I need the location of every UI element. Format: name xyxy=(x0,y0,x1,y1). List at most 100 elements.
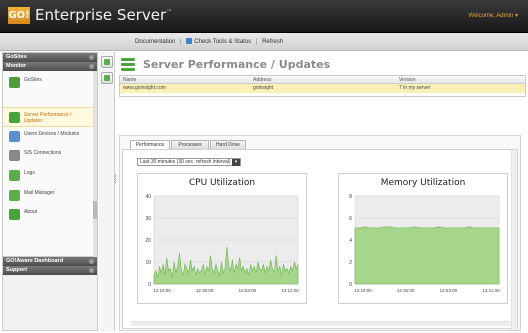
table-row[interactable]: www.goinsight.com goinsight 7 in my serv… xyxy=(120,84,525,93)
cell-version: 7 in my server xyxy=(399,85,431,91)
edit-icon xyxy=(104,59,110,65)
y-tick-label: 20 xyxy=(145,238,151,244)
main-content: Server Performance / Updates Name Addres… xyxy=(116,52,526,331)
sidebar-item[interactable]: Server Performance / Updates xyxy=(3,107,93,127)
x-tick-label: 12:53:00 xyxy=(440,288,458,293)
edit-button[interactable] xyxy=(101,56,113,68)
sidebar: GoSites Monitor GoSites Server Performanc… xyxy=(2,52,98,331)
sidebar-item-label: Logs xyxy=(24,170,35,176)
user-menu[interactable]: Welcome, Admin ▾ xyxy=(468,12,518,19)
server-grid: Name Address Version www.goinsight.com g… xyxy=(119,75,526,97)
x-tick-label: 13:11:00 xyxy=(281,288,299,293)
mail-icon xyxy=(9,190,20,201)
column-address[interactable]: Address xyxy=(253,77,271,83)
app-title-text: Enterprise Server xyxy=(35,6,167,24)
collapse-icon[interactable] xyxy=(89,64,94,69)
toolbar-items: Documentation | Check Tools & Status | R… xyxy=(135,38,283,45)
update-icon xyxy=(104,75,110,81)
sidebar-list: GoSites Server Performance / Updates Users… xyxy=(3,71,97,257)
sidebar-item[interactable]: Mail Manager xyxy=(3,186,93,206)
collapse-icon[interactable] xyxy=(89,259,94,264)
sidebar-item[interactable]: About xyxy=(3,205,93,225)
logs-icon xyxy=(9,170,20,181)
documentation-link[interactable]: Documentation xyxy=(135,39,175,45)
tab-hard-drive[interactable]: Hard Drive xyxy=(210,140,246,149)
x-tick-label: 13:11:00 xyxy=(482,288,500,293)
tab-processes[interactable]: Processes xyxy=(171,140,209,149)
cpu-chart-title: CPU Utilization xyxy=(188,178,256,188)
tools-icon xyxy=(186,38,193,44)
y-tick-label: 0 xyxy=(349,282,352,288)
sidebar-item-label: GoSites xyxy=(24,77,42,83)
section-label: GoSites xyxy=(6,54,27,60)
y-tick-label: 8 xyxy=(349,194,352,200)
memory-chart: 8 6 4 2 0 12:19:00 12:35:00 12:53:00 13:11:00 Me… xyxy=(338,173,508,304)
x-tick-label: 12:35:00 xyxy=(397,288,415,293)
sidebar-item-label: SIS Connections xyxy=(24,150,62,156)
y-tick-label: 2 xyxy=(349,260,352,266)
column-version[interactable]: Version xyxy=(399,77,416,83)
section-label: GO!Aware Dashboard xyxy=(6,258,64,264)
grid-header: Name Address Version xyxy=(120,76,525,84)
time-range-select[interactable]: Last 30 minutes (30 sec. refresh interva… xyxy=(137,158,241,166)
toolbar: Documentation | Check Tools & Status | R… xyxy=(0,33,528,51)
x-tick-label: 12:19:00 xyxy=(153,288,171,293)
separator: | xyxy=(180,39,182,45)
app-window: GO! Enterprise Server™ Welcome, Admin ▾ … xyxy=(0,0,528,333)
y-tick-label: 4 xyxy=(349,238,352,244)
chevron-down-icon[interactable]: ▾ xyxy=(232,159,240,166)
separator: | xyxy=(255,39,258,45)
sidebar-section-gosites[interactable]: GoSites xyxy=(3,53,97,62)
sidebar-item-label: Users Devices / Modules xyxy=(24,131,80,137)
x-tick-label: 12:53:00 xyxy=(239,288,257,293)
scroll-thumb[interactable] xyxy=(93,201,97,219)
y-tick-label: 40 xyxy=(145,194,151,200)
section-label: Monitor xyxy=(6,63,27,69)
memory-chart-svg: 8 6 4 2 012:19:00 12:35:00 12:53:00 13:11:00 xyxy=(349,194,500,293)
x-tick-label: 12:19:00 xyxy=(354,288,372,293)
trademark: ™ xyxy=(166,9,173,16)
section-label: Support xyxy=(6,267,28,273)
tab-content: Last 30 minutes (30 sec. refresh interva… xyxy=(122,149,518,330)
cell-address: goinsight xyxy=(253,85,274,91)
series-area xyxy=(354,226,500,285)
horizontal-scrollbar[interactable] xyxy=(131,321,511,326)
vertical-scrollbar[interactable] xyxy=(511,150,517,330)
memory-chart-title: Memory Utilization xyxy=(380,178,466,188)
time-range-value: Last 30 minutes (30 sec. refresh interva… xyxy=(140,159,231,165)
sidebar-item[interactable]: Users Devices / Modules xyxy=(3,127,93,147)
y-tick-label: 30 xyxy=(145,216,151,222)
cpu-chart-svg: 40 30 20 10 012:19:00 12:35:00 12:53:00 13:11:0… xyxy=(145,194,299,293)
sidebar-item-label: Mail Manager xyxy=(24,190,55,196)
connection-icon xyxy=(9,150,20,161)
header: GO! Enterprise Server™ Welcome, Admin ▾ xyxy=(0,0,528,33)
y-tick-label: 0 xyxy=(148,282,151,288)
info-icon xyxy=(9,209,20,220)
sidebar-item[interactable]: Logs xyxy=(3,166,93,186)
collapse-icon[interactable] xyxy=(89,55,94,60)
sidebar-item[interactable]: SIS Connections xyxy=(3,146,93,166)
app-title: Enterprise Server™ xyxy=(35,6,172,24)
users-icon xyxy=(9,131,20,142)
tab-performance[interactable]: Performance xyxy=(130,140,170,149)
cell-name: www.goinsight.com xyxy=(123,85,166,91)
x-tick-label: 12:35:00 xyxy=(196,288,214,293)
sidebar-section-support[interactable]: Support xyxy=(3,266,97,275)
check-tools-link[interactable]: Check Tools & Status xyxy=(194,39,251,45)
collapse-icon[interactable] xyxy=(89,268,94,273)
cpu-chart: 40 30 20 10 0 12:19:00 12:35:00 12:53:00 13:11:0… xyxy=(137,173,307,304)
performance-panel: Performance Processes Hard Drive Last 30… xyxy=(119,135,521,331)
sidebar-section-goaware[interactable]: GO!Aware Dashboard xyxy=(3,257,97,266)
column-name[interactable]: Name xyxy=(123,77,136,83)
page-title: Server Performance / Updates xyxy=(143,58,331,71)
chart-icon xyxy=(9,112,20,123)
sidebar-item[interactable]: GoSites xyxy=(3,73,93,93)
update-button[interactable] xyxy=(101,72,113,84)
sidebar-section-monitor[interactable]: Monitor xyxy=(3,62,97,71)
sidebar-scrollbar[interactable] xyxy=(93,71,97,257)
logo: GO! xyxy=(8,7,30,24)
sidebar-item-label: Server Performance / Updates xyxy=(24,112,72,124)
refresh-link[interactable]: Refresh xyxy=(262,39,283,45)
sidebar-item-label: About xyxy=(24,209,38,215)
performance-icon xyxy=(121,58,135,72)
